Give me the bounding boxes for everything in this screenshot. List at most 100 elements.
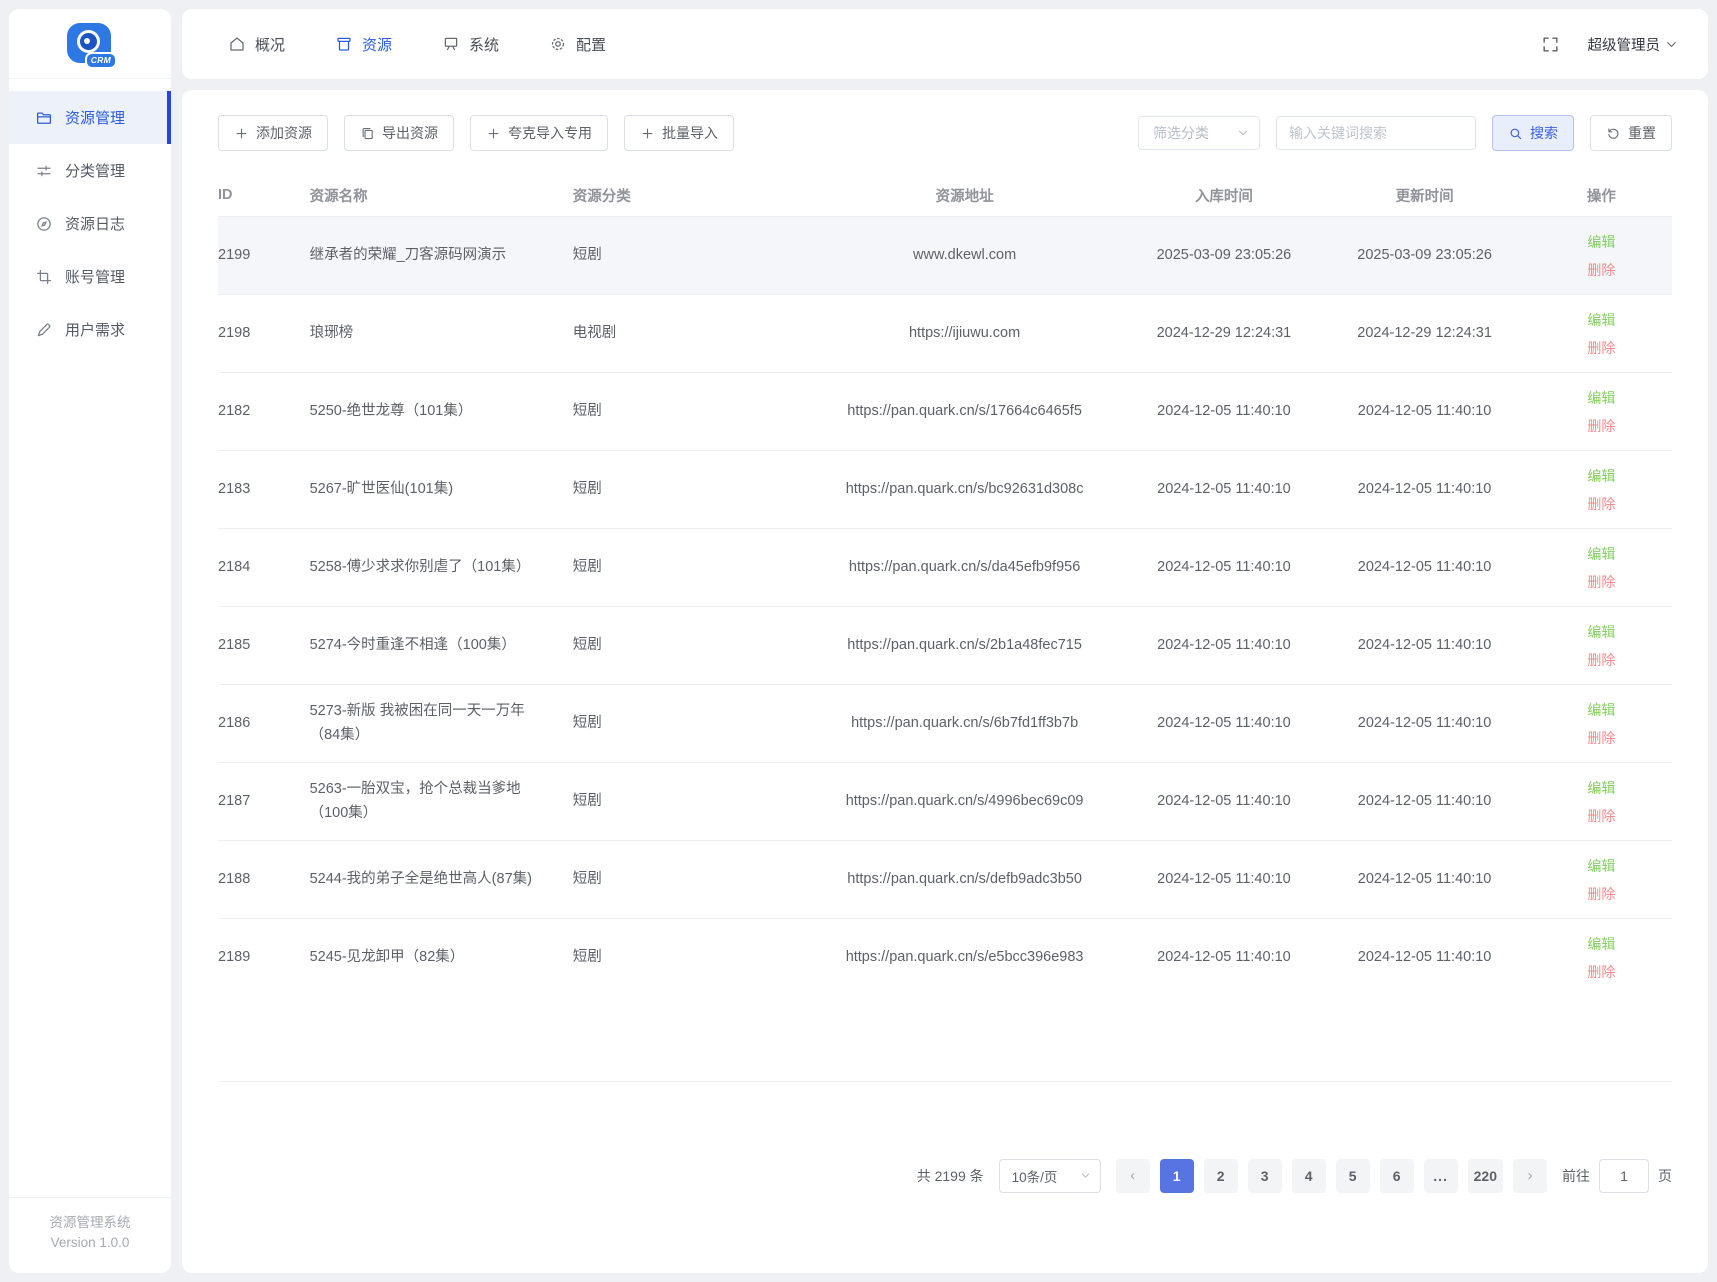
cell-updated: 2024-12-05 11:40:10 [1357,870,1492,887]
sidebar-item-resource-log[interactable]: 资源日志 [9,197,171,250]
edit-link[interactable]: 编辑 [1531,618,1672,646]
goto-page-input[interactable] [1599,1158,1649,1193]
col-header-url: 资源地址 [935,188,994,205]
pen-icon [37,322,51,336]
cell-updated: 2024-12-05 11:40:10 [1357,636,1492,653]
delete-link[interactable]: 删除 [1531,256,1672,284]
page-button[interactable]: 1 [1159,1158,1194,1193]
search-button[interactable]: 搜索 [1492,115,1574,151]
nav-item-system[interactable]: 系统 [442,34,499,55]
cell-url: https://pan.quark.cn/s/bc92631d308c [845,480,1084,497]
prev-page-button[interactable]: ‹ [1115,1158,1150,1193]
quark-import-button[interactable]: 夸克导入专用 [470,115,608,151]
delete-link[interactable]: 删除 [1531,724,1672,752]
table-row: 2187 5263-一胎双宝，抢个总裁当爹地（100集） 短剧 https://… [218,762,1672,840]
cell-name: 5274-今时重逢不相逢（100集） [309,636,516,653]
cell-id: 2185 [218,636,251,653]
delete-link[interactable]: 删除 [1531,568,1672,596]
edit-link[interactable]: 编辑 [1531,930,1672,958]
edit-link[interactable]: 编辑 [1531,462,1672,490]
export-resource-button[interactable]: 导出资源 [344,115,454,151]
page-button[interactable]: 6 [1379,1158,1414,1193]
table-row: 2186 5273-新版 我被困在同一天一万年（84集） 短剧 https://… [218,684,1672,762]
sidebar-item-category-manage[interactable]: 分类管理 [9,144,171,197]
nav-item-config[interactable]: 配置 [549,34,606,55]
cell-actions: 编辑 删除 [1531,540,1672,596]
edit-link[interactable]: 编辑 [1531,384,1672,412]
table-empty-area [218,996,1672,1082]
table-header: ID 资源名称 资源分类 资源地址 入库时间 更新时间 操作 [218,174,1672,216]
edit-link[interactable]: 编辑 [1531,852,1672,880]
edit-link[interactable]: 编辑 [1531,228,1672,256]
nav-item-resources[interactable]: 资源 [335,34,392,55]
reset-icon [1608,127,1619,139]
delete-link[interactable]: 删除 [1531,490,1672,518]
col-header-category: 资源分类 [572,188,631,205]
cell-url: https://pan.quark.cn/s/6b7fd1ff3b7b [851,714,1079,731]
cell-category: 短剧 [572,714,602,731]
button-label: 批量导入 [662,125,718,141]
page: CRM 资源管理 分类管理 资源日志 账号管理 用户需求 资源管理系统 Vers… [0,0,1717,1282]
nav-item-overview[interactable]: 概况 [228,34,285,55]
button-label: 夸克导入专用 [508,125,592,141]
sidebar-item-label: 用户需求 [65,322,126,339]
page-button[interactable]: 3 [1247,1158,1282,1193]
delete-link[interactable]: 删除 [1531,334,1672,362]
sidebar-item-resource-manage[interactable]: 资源管理 [9,91,171,144]
fullscreen-icon[interactable] [1541,35,1560,54]
system-version: Version 1.0.0 [50,1234,130,1250]
delete-link[interactable]: 删除 [1531,958,1672,986]
search-icon [1510,128,1522,139]
table-row: 2188 5244-我的弟子全是绝世高人(87集) 短剧 https://pan… [218,840,1672,918]
plus-icon [642,128,653,138]
edit-link[interactable]: 编辑 [1531,774,1672,802]
page-button[interactable]: 2 [1203,1158,1238,1193]
delete-link[interactable]: 删除 [1531,880,1672,908]
toolbar: 添加资源 导出资源 夸克导入专用 批量导入 筛选分类 输入关键词搜索 搜索 重置 [218,90,1672,174]
cell-id: 2187 [218,792,251,809]
reset-button[interactable]: 重置 [1590,115,1672,151]
table-row: 2183 5267-旷世医仙(101集) 短剧 https://pan.quar… [218,450,1672,528]
table-body: 2199 继承者的荣耀_刀客源码网演示 短剧 www.dkewl.com 202… [218,216,1672,996]
chevron-down-icon [1238,130,1248,136]
batch-import-button[interactable]: 批量导入 [624,115,734,151]
page-button[interactable]: 220 [1467,1158,1503,1193]
cell-actions: 编辑 删除 [1531,462,1672,518]
page-size-value: 10条/页 [1011,1169,1058,1185]
user-menu[interactable]: 超级管理员 [1588,34,1679,55]
cell-created: 2024-12-05 11:40:10 [1157,870,1291,887]
page-size-select[interactable]: 10条/页 [998,1158,1101,1193]
page-button[interactable]: 5 [1335,1158,1370,1193]
cell-name: 5244-我的弟子全是绝世高人(87集) [309,870,532,887]
delete-link[interactable]: 删除 [1531,646,1672,674]
cell-category: 短剧 [572,558,602,575]
edit-link[interactable]: 编辑 [1531,696,1672,724]
sidebar-item-user-demand[interactable]: 用户需求 [9,303,171,356]
category-filter-select[interactable]: 筛选分类 [1138,116,1260,150]
cell-url: https://ijiuwu.com [908,324,1021,341]
delete-link[interactable]: 删除 [1531,802,1672,830]
next-page-button[interactable]: › [1513,1158,1547,1193]
cell-category: 短剧 [572,480,602,497]
col-header-actions: 操作 [1586,188,1616,205]
plus-icon [236,128,247,138]
edit-link[interactable]: 编辑 [1531,540,1672,568]
cell-updated: 2024-12-05 11:40:10 [1357,402,1492,419]
sidebar-item-account-manage[interactable]: 账号管理 [9,250,171,303]
cell-created: 2024-12-05 11:40:10 [1157,636,1291,653]
sidebar-item-label: 资源管理 [65,110,126,127]
logo-ring [77,29,100,53]
cell-id: 2186 [218,714,251,731]
edit-link[interactable]: 编辑 [1531,306,1672,334]
add-resource-button[interactable]: 添加资源 [218,115,328,151]
delete-link[interactable]: 删除 [1531,412,1672,440]
page-button[interactable]: 4 [1291,1158,1326,1193]
cell-category: 短剧 [572,870,602,887]
cell-url: www.dkewl.com [913,246,1017,263]
logo-area: CRM [9,9,171,79]
sidebar-item-label: 分类管理 [65,163,126,180]
cell-actions: 编辑 删除 [1531,228,1672,284]
keyword-search-input[interactable] [1276,116,1476,150]
cell-updated: 2024-12-05 11:40:10 [1357,948,1492,965]
cell-name: 5250-绝世龙尊（101集） [309,402,473,419]
